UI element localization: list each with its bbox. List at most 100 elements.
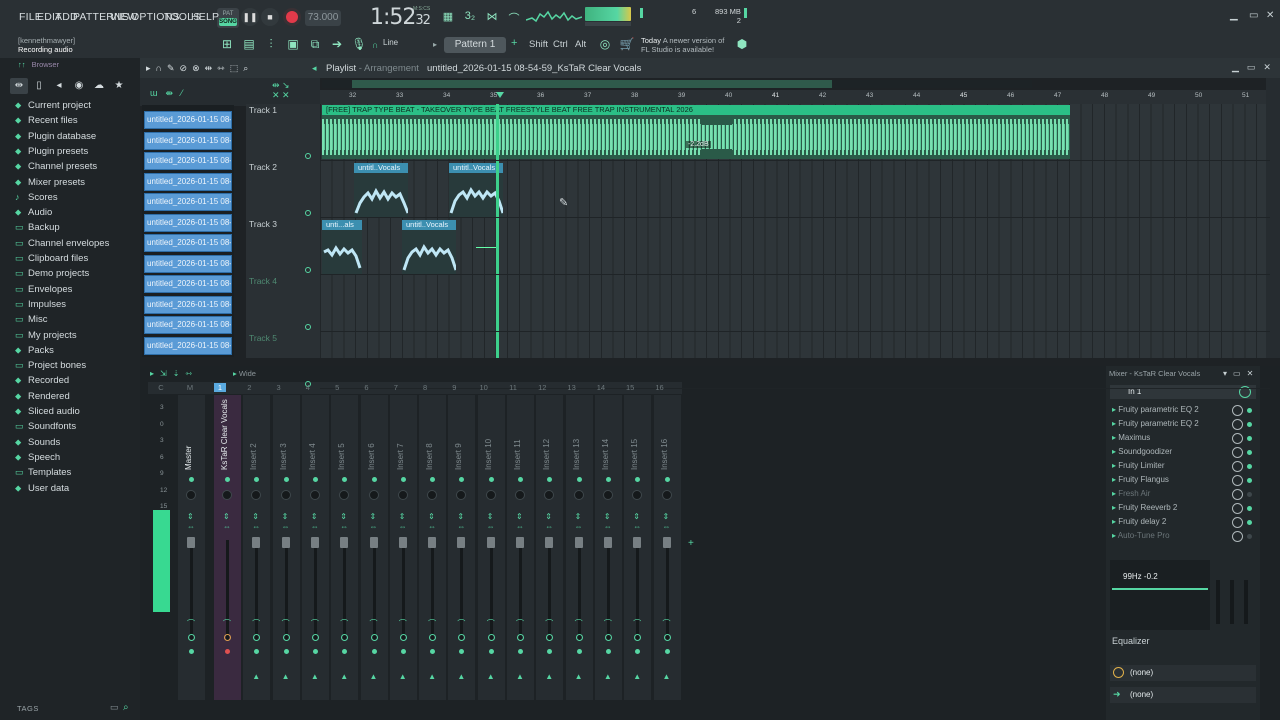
strip-4-swap-icon[interactable]: ⇔	[311, 522, 319, 531]
strip-8-swap-icon[interactable]: ⇔	[428, 522, 436, 531]
pat-song-toggle[interactable]: PAT SONG	[217, 8, 239, 28]
eq-graph[interactable]	[1110, 560, 1210, 630]
strip-7-fx-led[interactable]	[400, 649, 406, 654]
track-2-mute-led[interactable]	[305, 210, 311, 216]
strip-6-send-arrow[interactable]: ▲	[370, 672, 378, 681]
strip-0-pan-knob[interactable]	[186, 490, 196, 500]
insert-number-15[interactable]: 15	[624, 383, 636, 392]
channel-rack-icon[interactable]: ⫶	[262, 37, 280, 53]
alt-button[interactable]: Alt	[575, 39, 586, 50]
insert-number-16[interactable]: 16	[654, 383, 666, 392]
browser-item-speech[interactable]: ⬥ Speech	[15, 452, 60, 467]
strip-7-route-button[interactable]	[399, 634, 407, 641]
insert-number-M[interactable]: M	[184, 383, 196, 392]
strip-2-swap-icon[interactable]: ⇔	[252, 522, 260, 531]
strip-4-send-arrow[interactable]: ▲	[311, 672, 319, 681]
strip-0-active-led[interactable]	[189, 477, 194, 482]
strip-1-rec-icon[interactable]: ⌒	[223, 618, 231, 629]
slot-4-enable-led[interactable]	[1247, 450, 1252, 455]
search-icon[interactable]: ⌕	[123, 702, 129, 713]
insert-number-13[interactable]: 13	[566, 383, 578, 392]
track-1-mute-led[interactable]	[305, 153, 311, 159]
strip-13-active-led[interactable]	[576, 477, 582, 482]
strip-12-rec-icon[interactable]: ⌒	[545, 618, 553, 629]
strip-3-send-arrow[interactable]: ▲	[282, 672, 290, 681]
strip-3-swap-icon[interactable]: ⇔	[282, 522, 290, 531]
strip-9-swap-icon[interactable]: ⇔	[457, 522, 465, 531]
playlist-view-icon[interactable]: ⊞	[218, 37, 236, 53]
strip-2-stereo-icon[interactable]: ⇕	[252, 512, 259, 521]
send-selector-1[interactable]: (none)	[1110, 665, 1256, 681]
clip-vocals-2[interactable]: untitl..Vocals	[449, 163, 503, 217]
browser-item-mixer-presets[interactable]: ⬥ Mixer presets	[15, 177, 85, 192]
pattern-picker-item[interactable]: untitled_2026-01-15 08-	[144, 234, 232, 252]
insert-number-12[interactable]: 12	[536, 383, 548, 392]
strip-7-active-led[interactable]	[400, 477, 406, 482]
strip-14-pan-knob[interactable]	[602, 490, 613, 500]
browser-item-recorded[interactable]: ⬥ Recorded	[15, 375, 69, 390]
strip-16-active-led[interactable]	[664, 477, 670, 482]
playlist-nav-icons[interactable]: ⇹ ↘ ✕ ✕	[272, 80, 290, 100]
close-icon[interactable]: ✕	[1266, 10, 1274, 21]
strip-8-send-arrow[interactable]: ▲	[428, 672, 436, 681]
clip-vocals-4[interactable]: untitl..Vocals	[402, 220, 456, 274]
strip-1-fx-led[interactable]	[225, 649, 230, 654]
update-icon[interactable]: ⬢	[733, 37, 751, 53]
strip-3-fader[interactable]	[281, 537, 290, 548]
send-selector-2[interactable]: (none)	[1110, 687, 1256, 703]
slot-6-enable-led[interactable]	[1247, 478, 1252, 483]
strip-1-active-led[interactable]	[225, 477, 230, 482]
browser-item-scores[interactable]: ♪ Scores	[15, 192, 58, 207]
strip-0-fader[interactable]	[187, 537, 195, 548]
typing-keyboard-icon[interactable]: ▦	[440, 10, 456, 24]
mixer-layout-selector[interactable]: ▸ Wide	[233, 369, 256, 378]
browser-speaker-icon[interactable]: ◂	[50, 78, 68, 94]
strip-14-rec-icon[interactable]: ⌒	[604, 618, 612, 629]
slot-10-mix-knob[interactable]	[1232, 531, 1243, 542]
playlist-window-controls[interactable]: ▁▭✕	[1232, 62, 1279, 73]
strip-2-send-arrow[interactable]: ▲	[252, 672, 260, 681]
news-panel[interactable]: Today A newer version of FL Studio is ava…	[641, 36, 736, 54]
strip-10-stereo-icon[interactable]: ⇕	[487, 512, 494, 521]
insert-number-7[interactable]: 7	[390, 383, 402, 392]
browser-item-current-project[interactable]: ⬥ Current project	[15, 100, 91, 115]
strip-14-send-arrow[interactable]: ▲	[604, 672, 612, 681]
insert-number-8[interactable]: 8	[419, 383, 431, 392]
strip-14-route-button[interactable]	[604, 634, 612, 641]
strip-6-fx-led[interactable]	[371, 649, 377, 654]
track-3-mute-led[interactable]	[305, 267, 311, 273]
strip-11-pan-knob[interactable]	[515, 490, 525, 500]
browser-item-demo-projects[interactable]: ▭ Demo projects	[15, 268, 89, 283]
strip-5-send-arrow[interactable]: ▲	[340, 672, 348, 681]
strip-4-rec-icon[interactable]: ⌒	[311, 618, 319, 629]
browser-item-envelopes[interactable]: ▭ Envelopes	[15, 284, 72, 299]
strip-6-active-led[interactable]	[371, 477, 377, 482]
strip-12-send-arrow[interactable]: ▲	[545, 672, 553, 681]
shift-button[interactable]: Shift	[529, 39, 548, 50]
microphone-icon[interactable]: 🎙	[350, 37, 368, 53]
insert-number-11[interactable]: 11	[507, 383, 519, 392]
strip-1-pan-knob[interactable]	[222, 490, 232, 500]
browser-item-recent-files[interactable]: ⬥ Recent files	[15, 115, 78, 130]
browser-item-backup[interactable]: ▭ Backup	[15, 222, 60, 237]
minimize-icon[interactable]: ▁	[1230, 10, 1238, 21]
strip-12-stereo-icon[interactable]: ⇕	[545, 512, 552, 521]
mixer-toolbar-icons[interactable]: ▸⇲⇣⇿	[150, 369, 198, 378]
insert-number-5[interactable]: 5	[331, 383, 343, 392]
strip-11-fx-led[interactable]	[518, 649, 523, 654]
cart-icon[interactable]: 🛒	[618, 37, 636, 53]
playlist-arrow-icon[interactable]: ◂	[312, 63, 317, 74]
strip-6-fader[interactable]	[369, 537, 378, 548]
strip-16-pan-knob[interactable]	[661, 490, 672, 500]
strip-0-route-button[interactable]	[188, 634, 195, 641]
slot-9-mix-knob[interactable]	[1232, 517, 1243, 528]
slot-1-enable-led[interactable]	[1247, 408, 1252, 413]
playhead[interactable]	[496, 104, 499, 358]
browser-item-user-data[interactable]: ⬥ User data	[15, 483, 69, 498]
strip-13-fx-led[interactable]	[576, 649, 582, 654]
insert-number-4[interactable]: 4	[302, 383, 314, 392]
plugin-picker-icon[interactable]: ⧉	[306, 37, 324, 53]
strip-3-route-button[interactable]	[282, 634, 290, 641]
pattern-picker-item[interactable]: untitled_2026-01-15 08-	[144, 316, 232, 334]
strip-10-fx-led[interactable]	[488, 649, 494, 654]
